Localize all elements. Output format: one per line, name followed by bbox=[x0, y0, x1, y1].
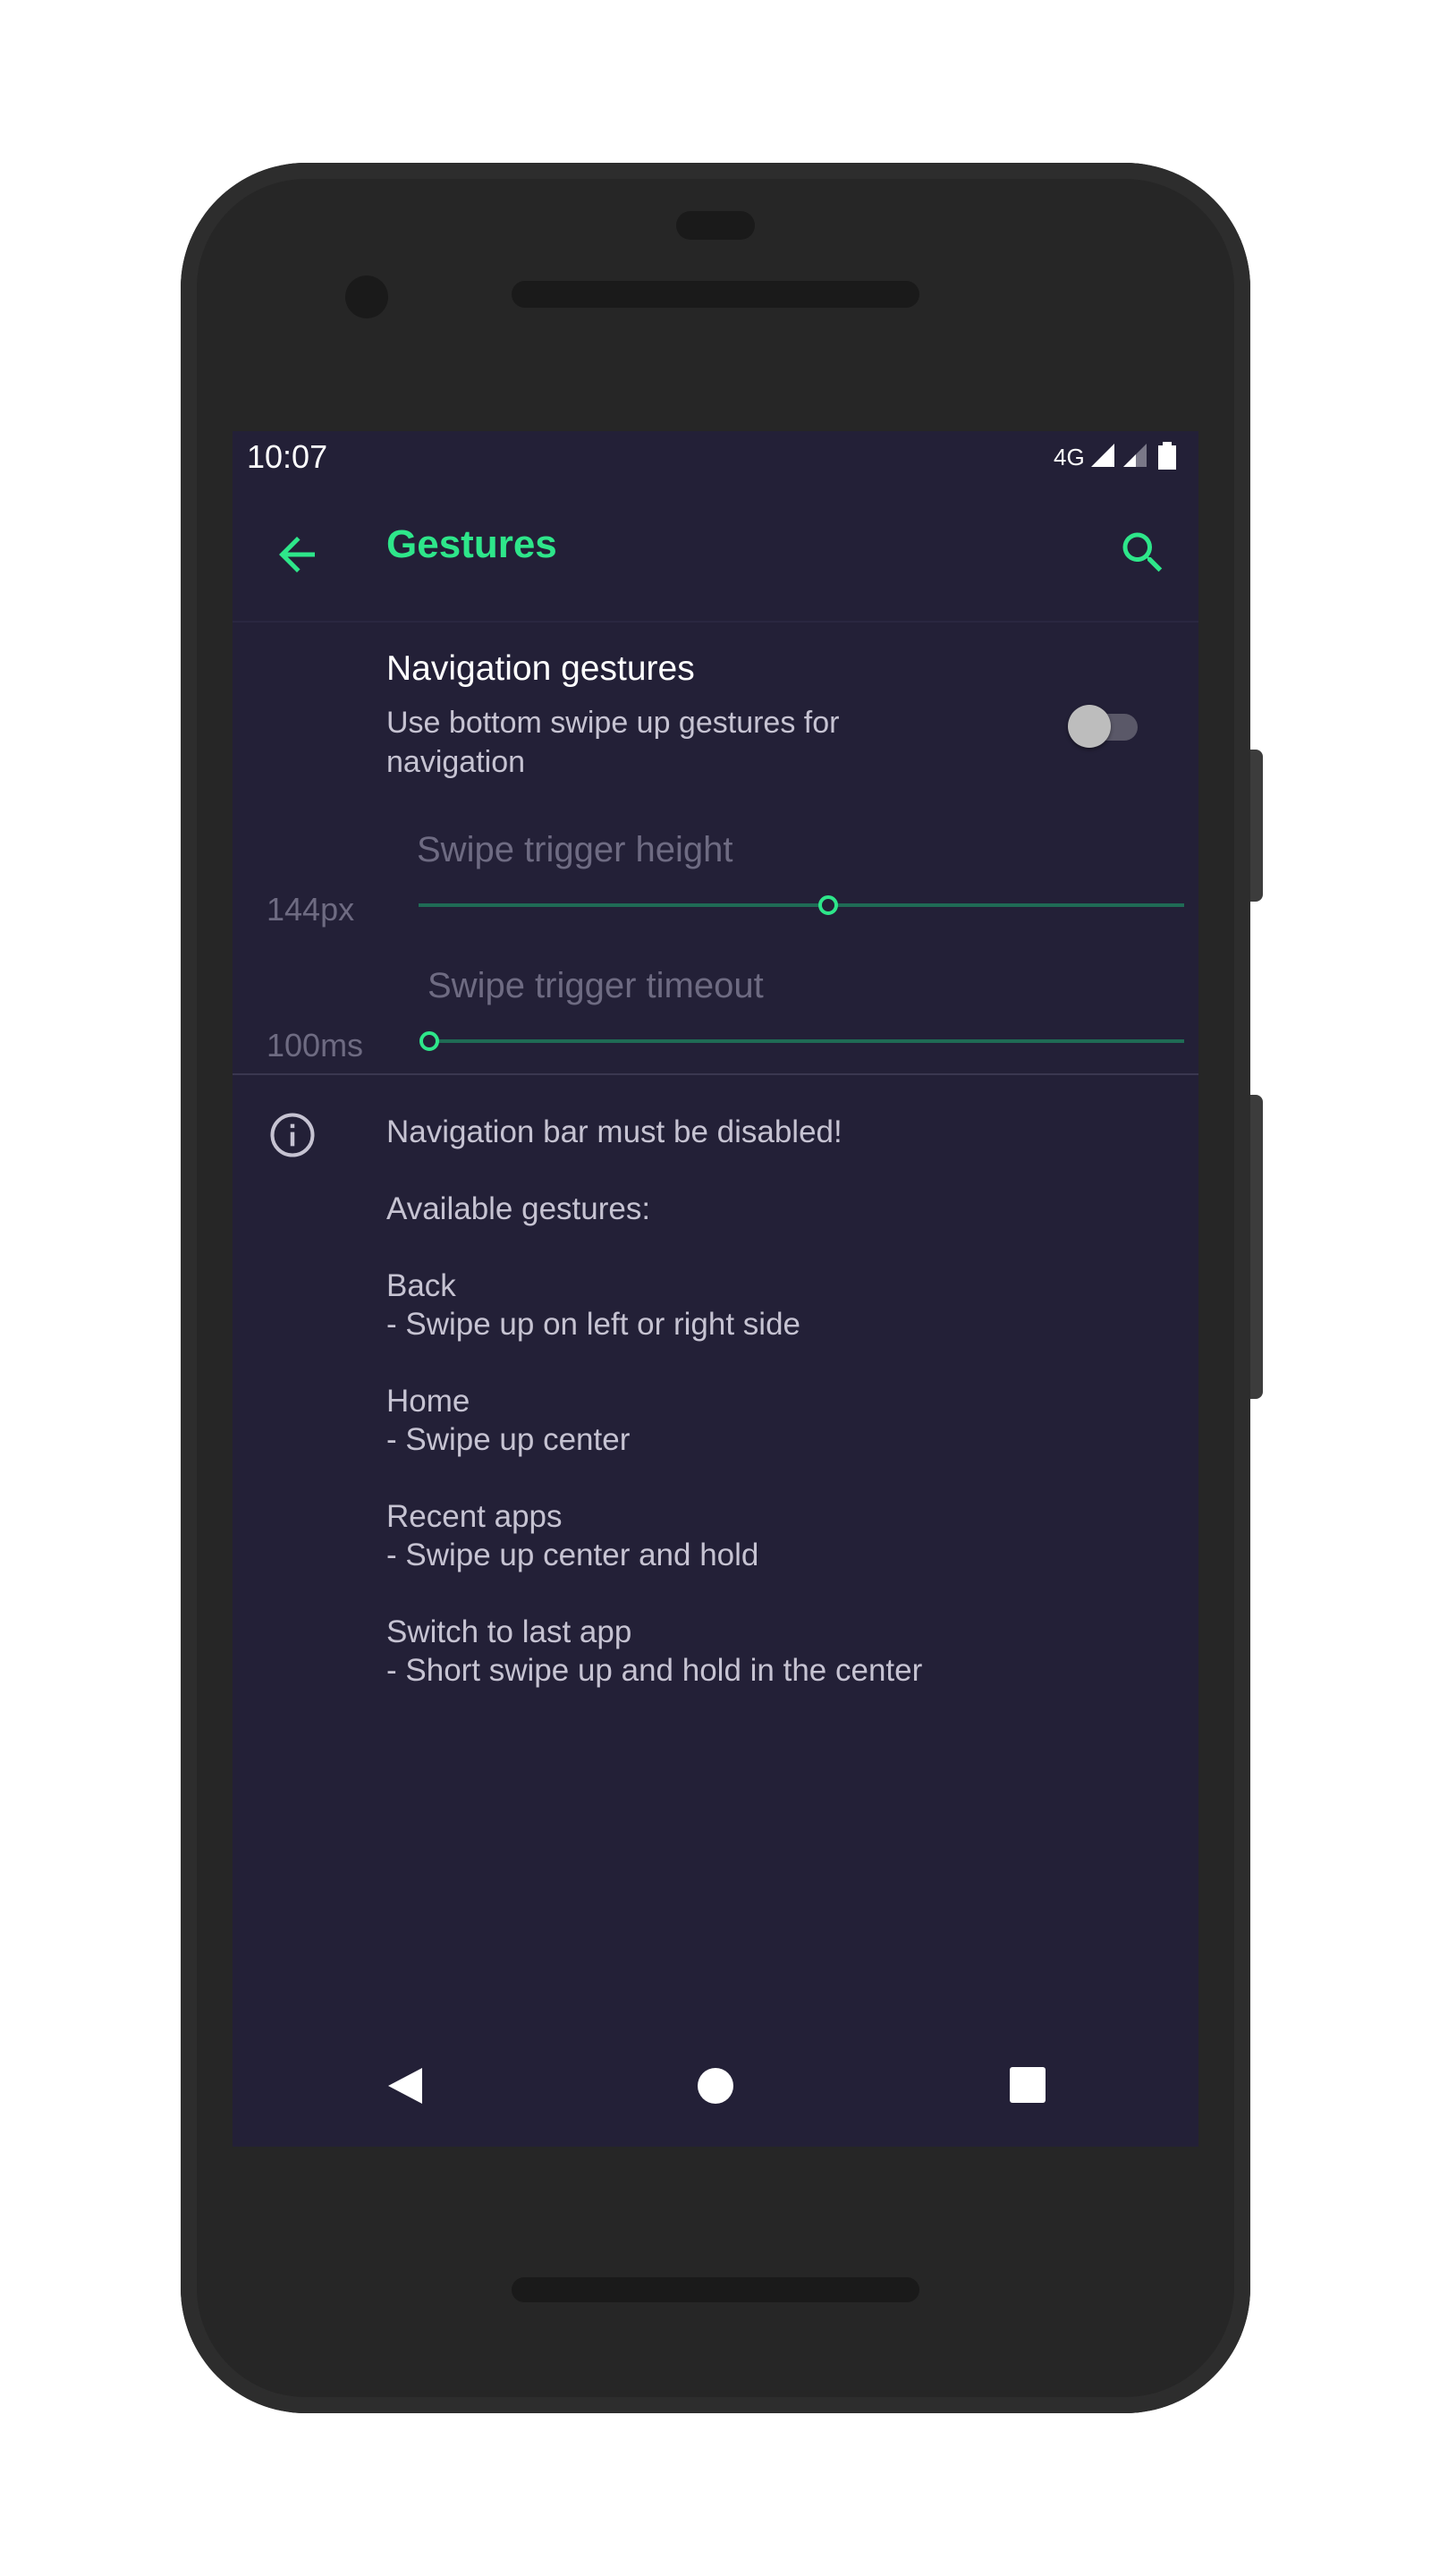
top-speaker bbox=[512, 281, 919, 308]
earpiece bbox=[676, 211, 755, 240]
slider-label: Swipe trigger height bbox=[417, 830, 733, 869]
info-text: Navigation bar must be disabled! Availab… bbox=[386, 1113, 922, 1690]
app-bar: Gestures bbox=[233, 487, 1198, 621]
screen: 10:07 4G Gestures Navigation gestures Us… bbox=[233, 431, 1198, 2147]
status-bar: 10:07 4G bbox=[233, 431, 1198, 487]
swipe-trigger-timeout-slider[interactable] bbox=[411, 1023, 1198, 1059]
volume-button bbox=[1250, 750, 1263, 902]
arrow-back-icon[interactable] bbox=[270, 528, 324, 581]
available-gestures-heading: Available gestures: bbox=[386, 1191, 651, 1226]
page-title: Gestures bbox=[386, 522, 557, 566]
setting-title: Navigation gestures bbox=[386, 649, 695, 688]
setting-summary: Use bottom swipe up gestures for navigat… bbox=[386, 706, 840, 779]
signal-icon bbox=[1091, 444, 1114, 467]
power-button bbox=[1250, 1095, 1263, 1399]
signal-weak-icon bbox=[1123, 444, 1147, 467]
status-time: 10:07 bbox=[247, 438, 328, 475]
system-nav-bar bbox=[233, 2025, 1198, 2147]
gesture-description: - Short swipe up and hold in the center bbox=[386, 1653, 923, 1688]
swipe-trigger-height-slider[interactable] bbox=[411, 887, 1198, 923]
navigation-gestures-setting[interactable]: Navigation gestures Use bottom swipe up … bbox=[233, 623, 1198, 810]
nav-home-icon[interactable] bbox=[696, 2066, 735, 2106]
front-camera bbox=[345, 275, 388, 318]
slider-label: Swipe trigger timeout bbox=[428, 966, 764, 1005]
gesture-description: - Swipe up center and hold bbox=[386, 1538, 759, 1572]
search-icon[interactable] bbox=[1116, 526, 1170, 580]
toggle-knob bbox=[1068, 705, 1111, 748]
nav-back-icon[interactable] bbox=[385, 2066, 426, 2106]
slider-value: 144px bbox=[267, 891, 355, 928]
gesture-name: Switch to last app bbox=[386, 1614, 632, 1649]
bottom-speaker bbox=[512, 2277, 919, 2302]
warning-text: Navigation bar must be disabled! bbox=[386, 1114, 843, 1149]
info-icon bbox=[270, 1113, 315, 1157]
gesture-description: - Swipe up center bbox=[386, 1422, 631, 1457]
swipe-trigger-height-row: 144px Swipe trigger height bbox=[233, 825, 1198, 959]
gesture-name: Home bbox=[386, 1384, 470, 1419]
section-divider bbox=[233, 1073, 1198, 1075]
network-type: 4G bbox=[1054, 444, 1085, 470]
navigation-gestures-toggle[interactable] bbox=[1068, 705, 1139, 748]
nav-recents-icon[interactable] bbox=[1009, 2066, 1046, 2104]
battery-icon bbox=[1158, 442, 1176, 470]
gesture-description: - Swipe up on left or right side bbox=[386, 1307, 801, 1342]
slider-value: 100ms bbox=[267, 1027, 364, 1063]
gesture-name: Recent apps bbox=[386, 1499, 563, 1534]
gesture-name: Back bbox=[386, 1268, 456, 1303]
